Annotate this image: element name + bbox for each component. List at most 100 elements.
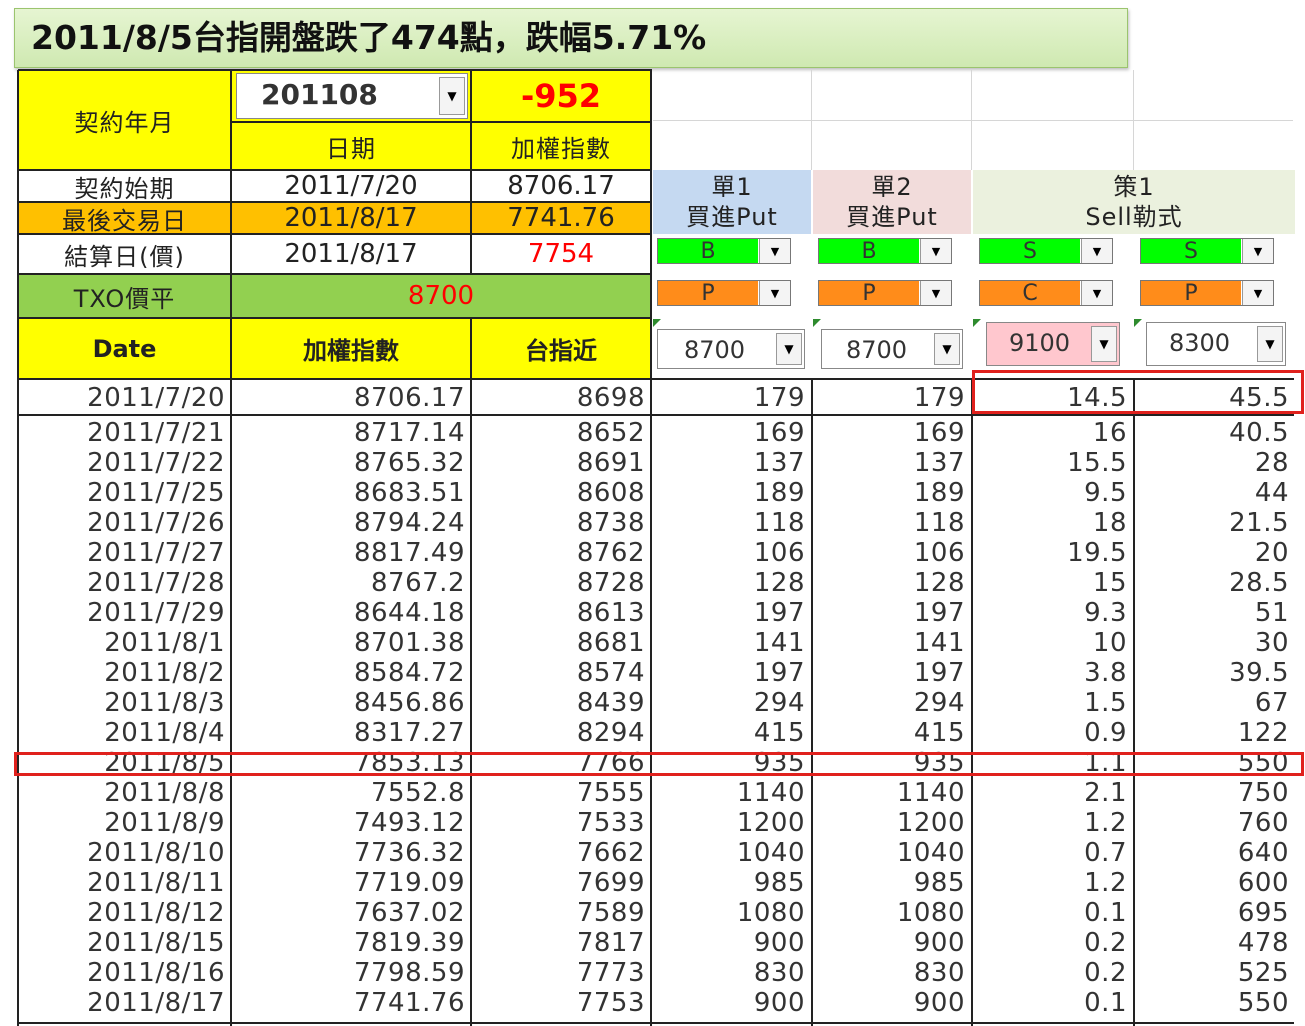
cell-strategy-4: 39.5 <box>1229 658 1289 688</box>
cell-strategy-4: 525 <box>1237 958 1289 988</box>
chevron-down-icon[interactable]: ▼ <box>934 333 960 365</box>
strategy-2-strike-select[interactable]: 8700 ▼ <box>821 329 963 369</box>
chevron-down-icon[interactable]: ▼ <box>776 333 802 365</box>
cell-strategy-1: 118 <box>753 508 805 538</box>
cell-strategy-3: 10 <box>1092 628 1127 658</box>
cell-near: 7753 <box>576 988 645 1018</box>
cell-date: 2011/7/22 <box>87 448 225 478</box>
cell-strategy-1: 985 <box>753 868 805 898</box>
cell-strategy-4: 51 <box>1254 598 1289 628</box>
cell-strategy-3: 0.9 <box>1084 718 1127 748</box>
strategy-2-desc: 買進Put <box>846 203 938 231</box>
cell-strategy-4: 478 <box>1237 928 1289 958</box>
cell-strategy-1: 106 <box>753 538 805 568</box>
start-value: 8706.17 <box>507 171 615 201</box>
grid-line <box>811 379 813 1026</box>
table-row: 2011/8/2 8584.72 8574 197 197 3.8 39.5 <box>18 657 1300 688</box>
grid-line <box>231 121 652 123</box>
cell-strategy-1: 197 <box>753 658 805 688</box>
title-banner: 2011/8/5台指開盤跌了474點，跌幅5.71% <box>14 8 1128 68</box>
chevron-down-icon[interactable]: ▼ <box>1257 326 1283 362</box>
grid-line <box>470 70 472 122</box>
settle-value: 7754 <box>527 239 595 269</box>
cell-strategy-1: 830 <box>753 958 805 988</box>
chevron-down-icon[interactable]: ▼ <box>1091 326 1117 362</box>
cell-strategy-2: 985 <box>913 868 965 898</box>
cell-date: 2011/8/15 <box>87 928 225 958</box>
cell-date: 2011/8/12 <box>87 898 225 928</box>
cell-strategy-2: 900 <box>913 988 965 1018</box>
contract-month-label: 契約年月 <box>18 70 231 170</box>
cell-strategy-1: 1080 <box>736 898 805 928</box>
strategy-1-side-select[interactable]: B ▼ <box>657 238 791 264</box>
strategy-4-side-select[interactable]: S ▼ <box>1140 238 1274 264</box>
cell-strategy-3: 1.2 <box>1084 868 1127 898</box>
cell-index: 8701.38 <box>353 628 465 658</box>
cell-strategy-4: 695 <box>1237 898 1289 928</box>
cell-date: 2011/8/8 <box>104 778 225 808</box>
strategy-3-strike: 9100 <box>1009 329 1071 357</box>
start-label: 契約始期 <box>74 174 175 203</box>
cell-date: 2011/8/11 <box>87 868 225 898</box>
strategy-2-header: 單2 買進Put <box>813 170 971 234</box>
strategy-1-strike-select[interactable]: 8700 ▼ <box>657 329 805 369</box>
chevron-down-icon[interactable]: ▼ <box>1081 239 1112 263</box>
cell-index: 7719.09 <box>353 868 465 898</box>
cell-strategy-1: 169 <box>753 418 805 448</box>
cell-date: 2011/7/25 <box>87 478 225 508</box>
cell-date: 2011/7/28 <box>87 568 225 598</box>
strategy-2-side-select[interactable]: B ▼ <box>818 238 952 264</box>
strategy-1-type-select[interactable]: P ▼ <box>657 280 791 306</box>
strategy-2-side: B <box>819 239 919 264</box>
cell-near: 7589 <box>576 898 645 928</box>
cell-index: 8717.14 <box>353 418 465 448</box>
txo-value: 8700 <box>231 274 651 318</box>
col-date-header: Date <box>18 318 231 379</box>
cell-near: 8613 <box>576 598 645 628</box>
cell-date: 2011/7/21 <box>87 418 225 448</box>
cell-index: 7552.8 <box>371 778 465 808</box>
chevron-down-icon[interactable]: ▼ <box>920 281 951 305</box>
strategy-3-side-select[interactable]: S ▼ <box>979 238 1113 264</box>
cell-strategy-4: 640 <box>1237 838 1289 868</box>
chevron-down-icon[interactable]: ▼ <box>759 281 790 305</box>
cell-near: 8294 <box>576 718 645 748</box>
strategy-4-strike: 8300 <box>1169 329 1231 357</box>
strategy-2-type-select[interactable]: P ▼ <box>818 280 952 306</box>
strategy-1-desc: 買進Put <box>686 203 778 231</box>
grid-line <box>18 317 652 319</box>
grid-line <box>971 379 973 1026</box>
chevron-down-icon[interactable]: ▼ <box>439 77 465 115</box>
cell-near: 8698 <box>576 383 645 413</box>
cell-near: 7773 <box>576 958 645 988</box>
table-row: 2011/7/29 8644.18 8613 197 197 9.3 51 <box>18 597 1300 628</box>
cell-near: 7817 <box>576 928 645 958</box>
table-row: 2011/7/25 8683.51 8608 189 189 9.5 44 <box>18 477 1300 508</box>
cell-strategy-1: 128 <box>753 568 805 598</box>
contract-month-value: 201108 <box>261 78 378 111</box>
last-trade-value: 7741.76 <box>471 202 651 234</box>
contract-month-select[interactable]: 201108 ▼ <box>236 73 468 119</box>
chevron-down-icon[interactable]: ▼ <box>1081 281 1112 305</box>
cell-strategy-3: 15 <box>1092 568 1127 598</box>
cell-index: 7741.76 <box>353 988 465 1018</box>
cell-strategy-2: 118 <box>913 508 965 538</box>
cell-strategy-3: 1.2 <box>1084 808 1127 838</box>
strategy-3-type-select[interactable]: C ▼ <box>979 280 1113 306</box>
strategy-3-strike-select[interactable]: 9100 ▼ <box>986 322 1120 366</box>
chevron-down-icon[interactable]: ▼ <box>1242 281 1273 305</box>
cell-strategy-4: 44 <box>1254 478 1289 508</box>
comment-marker-icon <box>1134 319 1142 327</box>
strategy-1-strike: 8700 <box>684 336 746 364</box>
cell-strategy-2: 1080 <box>896 898 965 928</box>
grid-line <box>18 1022 1294 1024</box>
cell-strategy-3: 19.5 <box>1067 538 1127 568</box>
strategy-4-type-select[interactable]: P ▼ <box>1140 280 1274 306</box>
chevron-down-icon[interactable]: ▼ <box>920 239 951 263</box>
chevron-down-icon[interactable]: ▼ <box>759 239 790 263</box>
cell-strategy-3: 0.1 <box>1084 898 1127 928</box>
cell-near: 8652 <box>576 418 645 448</box>
chevron-down-icon[interactable]: ▼ <box>1242 239 1273 263</box>
cell-strategy-2: 197 <box>913 658 965 688</box>
strategy-4-strike-select[interactable]: 8300 ▼ <box>1146 322 1286 366</box>
